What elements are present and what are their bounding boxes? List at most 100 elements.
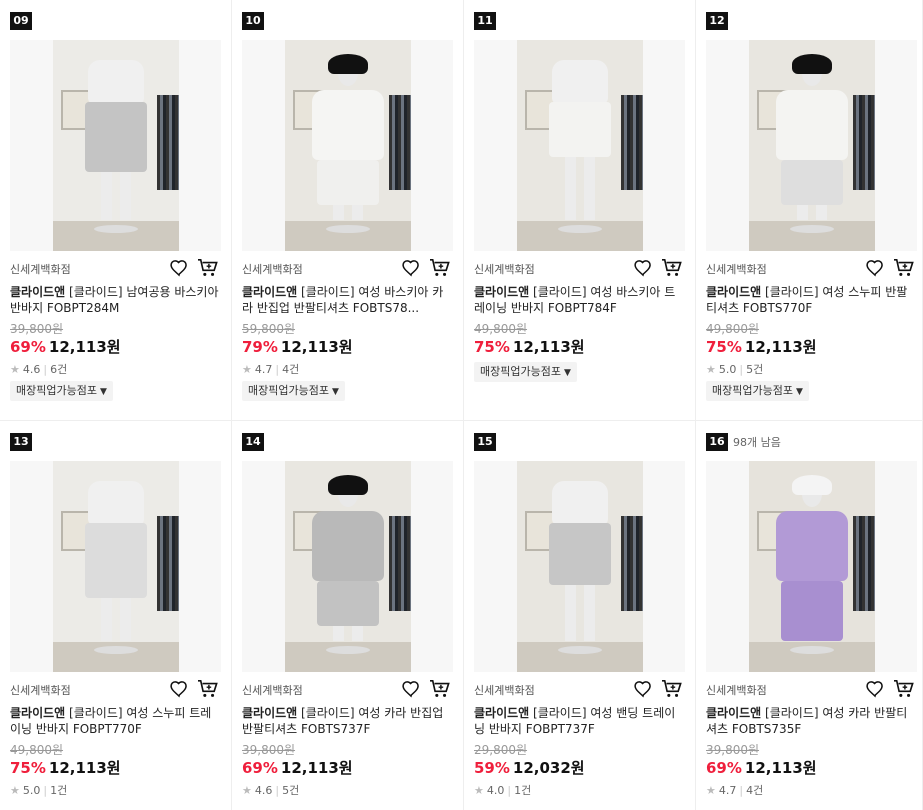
- rating-row: ★ 4.7 | 4건: [242, 361, 299, 377]
- heart-icon[interactable]: [401, 258, 421, 278]
- product-card[interactable]: 13 신세계백화점 클라이드앤 [클라이드] 여성 스누피 트레이닝 반바지 F…: [0, 421, 232, 810]
- price-row: 79% 12,113원: [242, 336, 353, 357]
- rating-row: ★ 4.6 | 5건: [242, 782, 299, 798]
- mannequin-photo: [52, 461, 179, 672]
- rating-row: ★ 4.7 | 4건: [706, 782, 763, 798]
- rating-divider: |: [43, 363, 48, 376]
- rating-divider: |: [43, 784, 48, 797]
- cart-icon[interactable]: [893, 679, 915, 699]
- seller-row: 신세계백화점: [706, 679, 917, 699]
- review-count: 4건: [282, 363, 300, 376]
- rank-badge: 14: [242, 433, 264, 451]
- mannequin-photo: [516, 461, 643, 672]
- product-image[interactable]: [474, 461, 685, 672]
- discount-rate: 75%: [474, 338, 510, 356]
- product-card[interactable]: 10 신세계백화점 클라이드앤 [클라이드] 여성 바스키아 카라 반집업 반팔…: [232, 0, 464, 421]
- product-title[interactable]: 클라이드앤 [클라이드] 여성 스누피 반팔티셔츠 FOBTS770F: [706, 284, 917, 316]
- rank-badge: 10: [242, 12, 264, 30]
- price-row: 75% 12,113원: [474, 336, 585, 357]
- original-price: 39,800원: [242, 743, 296, 757]
- pickup-label: 매장픽업가능점포: [248, 384, 329, 397]
- cart-icon[interactable]: [661, 258, 683, 278]
- product-image[interactable]: [474, 40, 685, 251]
- star-icon: ★: [10, 363, 20, 376]
- discount-rate: 75%: [10, 759, 46, 777]
- product-image[interactable]: [706, 461, 917, 672]
- sale-price: 12,113원: [512, 338, 585, 356]
- heart-icon[interactable]: [401, 679, 421, 699]
- caret-down-icon: ▼: [563, 368, 571, 378]
- product-image[interactable]: [242, 40, 453, 251]
- discount-rate: 69%: [10, 338, 46, 356]
- product-card[interactable]: 11 신세계백화점 클라이드앤 [클라이드] 여성 바스키아 트레이닝 반바지 …: [464, 0, 696, 421]
- product-card[interactable]: 16 98개 남음 신세계백화점 클라이드앤 [클라이드] 여성 카라 반팔티셔…: [696, 421, 923, 810]
- rating-divider: |: [275, 784, 280, 797]
- product-title[interactable]: 클라이드앤 [클라이드] 여성 스누피 트레이닝 반바지 FOBPT770F: [10, 705, 221, 737]
- cart-icon[interactable]: [197, 679, 219, 699]
- rank-badge: 13: [10, 433, 32, 451]
- star-icon: ★: [242, 363, 252, 376]
- heart-icon[interactable]: [169, 679, 189, 699]
- original-price: 49,800원: [706, 322, 760, 336]
- rank-badge: 09: [10, 12, 32, 30]
- cart-icon[interactable]: [197, 258, 219, 278]
- stock-remaining: 98개 남음: [733, 436, 781, 449]
- seller-row: 신세계백화점: [474, 258, 685, 278]
- heart-icon[interactable]: [633, 258, 653, 278]
- product-image[interactable]: [706, 40, 917, 251]
- review-count: 1건: [50, 784, 68, 797]
- product-image[interactable]: [10, 40, 221, 251]
- store-pickup-dropdown[interactable]: 매장픽업가능점포 ▼: [10, 381, 113, 401]
- product-title[interactable]: 클라이드앤 [클라이드] 여성 카라 반팔티셔츠 FOBTS735F: [706, 705, 917, 737]
- brand-name: 클라이드앤: [10, 706, 66, 720]
- product-title[interactable]: 클라이드앤 [클라이드] 여성 밴딩 트레이닝 반바지 FOBPT737F: [474, 705, 685, 737]
- heart-icon[interactable]: [865, 679, 885, 699]
- heart-icon[interactable]: [865, 258, 885, 278]
- product-card[interactable]: 12 신세계백화점 클라이드앤 [클라이드] 여성 스누피 반팔티셔츠 FOBT…: [696, 0, 923, 421]
- heart-icon[interactable]: [633, 679, 653, 699]
- product-title[interactable]: 클라이드앤 [클라이드] 여성 바스키아 트레이닝 반바지 FOBPT784F: [474, 284, 685, 316]
- product-image[interactable]: [242, 461, 453, 672]
- store-pickup-dropdown[interactable]: 매장픽업가능점포 ▼: [706, 381, 809, 401]
- price-row: 75% 12,113원: [10, 757, 121, 778]
- rating-value: 4.6: [254, 784, 273, 797]
- rating-divider: |: [507, 784, 512, 797]
- sale-price: 12,113원: [280, 759, 353, 777]
- rank-badge: 15: [474, 433, 496, 451]
- review-count: 1건: [514, 784, 532, 797]
- product-title[interactable]: 클라이드앤 [클라이드] 여성 바스키아 카라 반집업 반팔티셔츠 FOBTS7…: [242, 284, 453, 316]
- discount-rate: 69%: [706, 759, 742, 777]
- price-row: 69% 12,113원: [706, 757, 817, 778]
- product-card[interactable]: 15 신세계백화점 클라이드앤 [클라이드] 여성 밴딩 트레이닝 반바지 FO…: [464, 421, 696, 810]
- heart-icon[interactable]: [169, 258, 189, 278]
- discount-rate: 59%: [474, 759, 510, 777]
- cart-icon[interactable]: [429, 258, 451, 278]
- review-count: 6건: [50, 363, 68, 376]
- rank-badge: 12: [706, 12, 728, 30]
- sale-price: 12,113원: [48, 759, 121, 777]
- rating-value: 5.0: [718, 363, 737, 376]
- rating-divider: |: [739, 363, 744, 376]
- product-image[interactable]: [10, 461, 221, 672]
- product-card[interactable]: 14 신세계백화점 클라이드앤 [클라이드] 여성 카라 반집업 반팔티셔츠 F…: [232, 421, 464, 810]
- rating-value: 5.0: [22, 784, 41, 797]
- rating-value: 4.7: [254, 363, 273, 376]
- rating-row: ★ 4.6 | 6건: [10, 361, 67, 377]
- rating-row: ★ 5.0 | 5건: [706, 361, 763, 377]
- cart-icon[interactable]: [893, 258, 915, 278]
- store-pickup-dropdown[interactable]: 매장픽업가능점포 ▼: [474, 362, 577, 382]
- store-pickup-dropdown[interactable]: 매장픽업가능점포 ▼: [242, 381, 345, 401]
- brand-name: 클라이드앤: [474, 285, 530, 299]
- original-price: 49,800원: [10, 743, 64, 757]
- cart-icon[interactable]: [661, 679, 683, 699]
- product-title[interactable]: 클라이드앤 [클라이드] 남여공용 바스키아 반바지 FOBPT284M: [10, 284, 221, 316]
- seller-row: 신세계백화점: [242, 258, 453, 278]
- price-row: 69% 12,113원: [10, 336, 121, 357]
- cart-icon[interactable]: [429, 679, 451, 699]
- mannequin-photo: [284, 461, 411, 672]
- discount-rate: 79%: [242, 338, 278, 356]
- product-title[interactable]: 클라이드앤 [클라이드] 여성 카라 반집업 반팔티셔츠 FOBTS737F: [242, 705, 453, 737]
- product-card[interactable]: 09 신세계백화점 클라이드앤 [클라이드] 남여공용 바스키아 반바지 FOB…: [0, 0, 232, 421]
- rating-value: 4.7: [718, 784, 737, 797]
- caret-down-icon: ▼: [331, 387, 339, 397]
